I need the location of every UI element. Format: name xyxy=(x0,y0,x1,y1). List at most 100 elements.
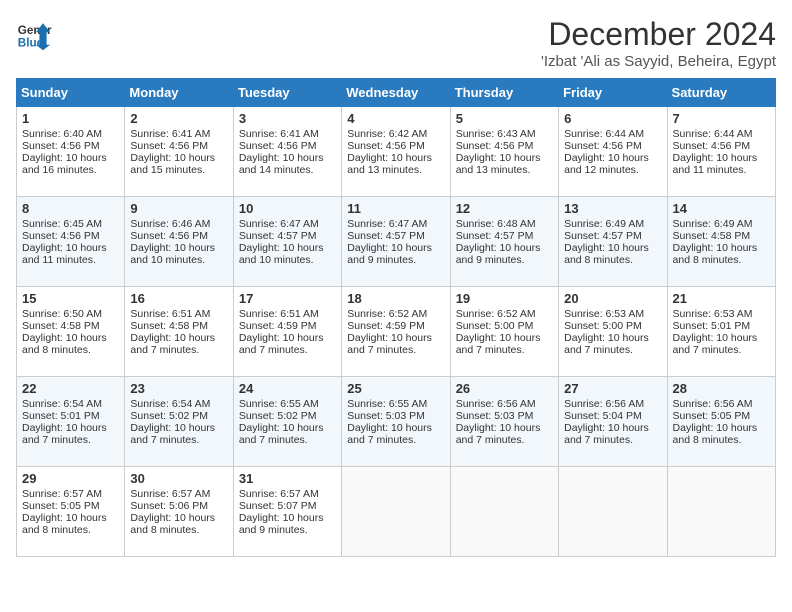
calendar-day-cell xyxy=(450,467,558,557)
day-info-line: and 7 minutes. xyxy=(564,344,661,356)
day-info-line: Sunset: 4:57 PM xyxy=(347,230,444,242)
calendar-day-cell: 20Sunrise: 6:53 AMSunset: 5:00 PMDayligh… xyxy=(559,287,667,377)
day-info-line: Sunrise: 6:41 AM xyxy=(239,128,336,140)
day-info-line: Sunrise: 6:57 AM xyxy=(130,488,227,500)
day-info-line: and 15 minutes. xyxy=(130,164,227,176)
day-info-line: Sunrise: 6:54 AM xyxy=(22,398,119,410)
day-info-line: and 11 minutes. xyxy=(673,164,770,176)
day-info-line: Daylight: 10 hours xyxy=(347,242,444,254)
calendar-day-cell: 29Sunrise: 6:57 AMSunset: 5:05 PMDayligh… xyxy=(17,467,125,557)
day-info-line: Daylight: 10 hours xyxy=(456,152,553,164)
calendar-day-cell: 12Sunrise: 6:48 AMSunset: 4:57 PMDayligh… xyxy=(450,197,558,287)
day-info-line: and 8 minutes. xyxy=(130,524,227,536)
day-info-line: Daylight: 10 hours xyxy=(456,422,553,434)
calendar-day-cell: 10Sunrise: 6:47 AMSunset: 4:57 PMDayligh… xyxy=(233,197,341,287)
day-info-line: Daylight: 10 hours xyxy=(239,242,336,254)
day-info-line: Sunrise: 6:51 AM xyxy=(130,308,227,320)
day-info-line: Daylight: 10 hours xyxy=(22,422,119,434)
day-info-line: Sunset: 5:03 PM xyxy=(456,410,553,422)
calendar-week-row: 15Sunrise: 6:50 AMSunset: 4:58 PMDayligh… xyxy=(17,287,776,377)
day-info-line: and 9 minutes. xyxy=(347,254,444,266)
calendar-day-cell: 18Sunrise: 6:52 AMSunset: 4:59 PMDayligh… xyxy=(342,287,450,377)
day-info-line: Sunset: 4:56 PM xyxy=(564,140,661,152)
logo: General Blue xyxy=(16,16,52,52)
day-number: 3 xyxy=(239,111,336,126)
day-info-line: Sunrise: 6:49 AM xyxy=(564,218,661,230)
day-number: 2 xyxy=(130,111,227,126)
day-info-line: and 9 minutes. xyxy=(239,524,336,536)
calendar-day-cell: 26Sunrise: 6:56 AMSunset: 5:03 PMDayligh… xyxy=(450,377,558,467)
day-info-line: Sunset: 4:58 PM xyxy=(22,320,119,332)
day-info-line: Sunset: 5:07 PM xyxy=(239,500,336,512)
calendar-day-cell: 17Sunrise: 6:51 AMSunset: 4:59 PMDayligh… xyxy=(233,287,341,377)
weekday-header-cell: Tuesday xyxy=(233,79,341,107)
day-info-line: Daylight: 10 hours xyxy=(456,242,553,254)
day-info-line: Sunset: 4:58 PM xyxy=(130,320,227,332)
day-info-line: Sunset: 4:56 PM xyxy=(347,140,444,152)
day-info-line: Sunset: 5:04 PM xyxy=(564,410,661,422)
weekday-header-cell: Monday xyxy=(125,79,233,107)
day-info-line: Daylight: 10 hours xyxy=(673,422,770,434)
day-info-line: Sunset: 5:02 PM xyxy=(239,410,336,422)
day-info-line: and 7 minutes. xyxy=(347,344,444,356)
day-number: 14 xyxy=(673,201,770,216)
day-number: 18 xyxy=(347,291,444,306)
day-info-line: and 7 minutes. xyxy=(456,434,553,446)
calendar-day-cell xyxy=(342,467,450,557)
title-block: December 2024 'Izbat 'Ali as Sayyid, Beh… xyxy=(541,16,776,70)
calendar-day-cell xyxy=(559,467,667,557)
day-info-line: Sunset: 4:56 PM xyxy=(673,140,770,152)
calendar-day-cell: 3Sunrise: 6:41 AMSunset: 4:56 PMDaylight… xyxy=(233,107,341,197)
day-info-line: and 10 minutes. xyxy=(130,254,227,266)
day-info-line: and 14 minutes. xyxy=(239,164,336,176)
day-info-line: and 13 minutes. xyxy=(456,164,553,176)
day-number: 22 xyxy=(22,381,119,396)
day-number: 13 xyxy=(564,201,661,216)
day-info-line: Daylight: 10 hours xyxy=(456,332,553,344)
day-info-line: and 8 minutes. xyxy=(22,524,119,536)
day-number: 20 xyxy=(564,291,661,306)
day-info-line: and 7 minutes. xyxy=(239,344,336,356)
day-number: 24 xyxy=(239,381,336,396)
day-number: 26 xyxy=(456,381,553,396)
calendar-day-cell: 25Sunrise: 6:55 AMSunset: 5:03 PMDayligh… xyxy=(342,377,450,467)
day-info-line: Sunset: 4:56 PM xyxy=(22,230,119,242)
day-info-line: Sunset: 4:56 PM xyxy=(456,140,553,152)
calendar-day-cell: 6Sunrise: 6:44 AMSunset: 4:56 PMDaylight… xyxy=(559,107,667,197)
day-info-line: Sunset: 4:57 PM xyxy=(239,230,336,242)
calendar-day-cell: 23Sunrise: 6:54 AMSunset: 5:02 PMDayligh… xyxy=(125,377,233,467)
day-info-line: Sunset: 5:02 PM xyxy=(130,410,227,422)
day-info-line: Sunrise: 6:53 AM xyxy=(673,308,770,320)
day-info-line: Sunrise: 6:47 AM xyxy=(239,218,336,230)
day-info-line: Daylight: 10 hours xyxy=(239,422,336,434)
day-number: 19 xyxy=(456,291,553,306)
calendar-day-cell: 5Sunrise: 6:43 AMSunset: 4:56 PMDaylight… xyxy=(450,107,558,197)
day-info-line: and 7 minutes. xyxy=(22,434,119,446)
day-info-line: and 8 minutes. xyxy=(22,344,119,356)
calendar-day-cell: 8Sunrise: 6:45 AMSunset: 4:56 PMDaylight… xyxy=(17,197,125,287)
day-info-line: Sunset: 5:00 PM xyxy=(456,320,553,332)
calendar-day-cell: 24 Sunrise: 6:55 AMSunset: 5:02 PMDayligh… xyxy=(233,377,341,467)
calendar-day-cell xyxy=(667,467,775,557)
day-info-line: Daylight: 10 hours xyxy=(130,332,227,344)
day-info-line: Daylight: 10 hours xyxy=(347,152,444,164)
weekday-header-cell: Saturday xyxy=(667,79,775,107)
day-info-line: Sunset: 5:05 PM xyxy=(673,410,770,422)
day-info-line: and 7 minutes. xyxy=(673,344,770,356)
weekday-header-cell: Wednesday xyxy=(342,79,450,107)
day-info-line: Daylight: 10 hours xyxy=(130,422,227,434)
calendar-day-cell: 16Sunrise: 6:51 AMSunset: 4:58 PMDayligh… xyxy=(125,287,233,377)
calendar-day-cell: 31Sunrise: 6:57 AMSunset: 5:07 PMDayligh… xyxy=(233,467,341,557)
day-info-line: Sunrise: 6:40 AM xyxy=(22,128,119,140)
day-info-line: and 7 minutes. xyxy=(130,434,227,446)
weekday-header-cell: Sunday xyxy=(17,79,125,107)
day-number: 6 xyxy=(564,111,661,126)
calendar-day-cell: 22Sunrise: 6:54 AMSunset: 5:01 PMDayligh… xyxy=(17,377,125,467)
calendar-week-row: 1Sunrise: 6:40 AMSunset: 4:56 PMDaylight… xyxy=(17,107,776,197)
day-info-line: Daylight: 10 hours xyxy=(564,332,661,344)
day-info-line: Sunrise: 6:55 AM xyxy=(239,398,336,410)
calendar-day-cell: 13Sunrise: 6:49 AMSunset: 4:57 PMDayligh… xyxy=(559,197,667,287)
day-info-line: Sunrise: 6:41 AM xyxy=(130,128,227,140)
day-number: 17 xyxy=(239,291,336,306)
day-info-line: Sunset: 5:03 PM xyxy=(347,410,444,422)
